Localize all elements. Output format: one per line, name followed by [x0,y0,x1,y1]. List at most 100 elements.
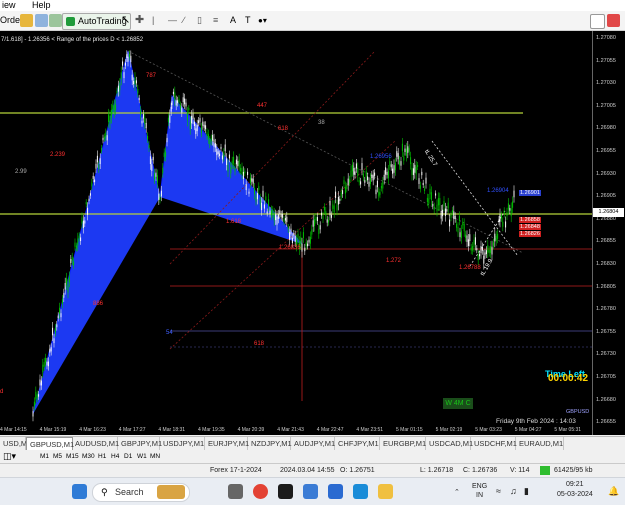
candle-body [220,146,222,149]
period-button[interactable]: MN [150,450,160,463]
file-explorer-icon[interactable] [378,484,393,499]
candle-body [80,237,82,242]
symbol-tab[interactable]: USDJPY,M1 [160,437,205,450]
app-icon[interactable] [328,484,343,499]
candle-body [91,182,93,187]
price-tick-label: 1.26780 [596,306,616,313]
symbol-tab[interactable]: USD,M1 [0,437,31,450]
crosshair-icon[interactable]: ✚ [135,14,144,27]
symbol-tab[interactable]: AUDJPY,M1 [291,437,335,450]
language-code[interactable]: ENG [472,483,487,490]
candle-body [166,137,168,143]
horizontal-line-icon[interactable]: — [168,14,177,27]
symbol-tab[interactable]: EURGBP,M1 [380,437,426,450]
tray-chevron-icon[interactable]: ⌃ [454,488,460,496]
candle-body [240,167,242,172]
period-button[interactable]: H4 [111,450,119,463]
candle-body [466,235,468,242]
period-button[interactable]: M5 [53,450,62,463]
period-button[interactable]: M15 [66,450,79,463]
start-icon[interactable] [72,484,87,499]
vertical-line-icon[interactable]: | [152,14,154,27]
candle-body [483,255,485,264]
symbol-tab[interactable]: USDCHF,M1 [471,437,517,450]
candle-body [449,219,451,227]
symbol-tab[interactable]: GBPUSD,M1 [26,437,74,451]
period-button[interactable]: M30 [82,450,95,463]
candle-body [67,284,69,293]
candle-body [506,211,508,217]
candle-body [167,117,169,122]
candle-body [233,156,235,164]
symbol-tab[interactable]: AUDUSD,M1 [72,437,119,450]
help-icon[interactable] [607,14,620,27]
candle-body [43,362,45,367]
trendline-icon[interactable]: ∕ [183,14,185,27]
text-label-tool[interactable]: T [245,14,251,27]
symbol-tab[interactable]: EURJPY,M1 [205,437,249,450]
task-view-icon[interactable] [228,484,243,499]
candle-body [77,238,79,246]
battery-icon[interactable]: ▮ [524,486,529,497]
window-icon[interactable] [35,14,48,27]
candle-body [492,242,494,246]
candle-body [293,233,295,236]
store-icon[interactable] [353,484,368,499]
profiles-icon[interactable]: ◫▾ [3,450,16,463]
candle-body [178,98,180,103]
candle-body [160,190,162,197]
candle-body [163,152,165,158]
candle-body [203,124,205,128]
annotation-886: 886 [93,301,104,307]
channel-icon[interactable]: ▯ [197,14,202,27]
annotation-126956: 1.26956 [370,154,392,160]
phone-link-icon[interactable] [303,484,318,499]
symbol-tab[interactable]: NZDJPY,M1 [248,437,292,450]
candle-body [142,114,144,119]
annotation-1618: 1.618 [226,219,242,225]
candle-body [195,128,197,134]
shapes-dropdown-icon[interactable]: ●▾ [258,14,267,27]
taskbar: ⚲ Search ⌃ ENG IN ≈ ♫ ▮ 09:21 05-03-2024… [0,477,625,505]
period-button[interactable]: M1 [40,450,49,463]
candle-body [507,203,509,210]
candle-body [487,245,489,253]
chrome-icon[interactable] [253,484,268,499]
price-axis[interactable]: 1.27080 1.27055 1.27030 1.27005 1.26980 1.269… [592,31,625,435]
volume-icon[interactable]: ♫ [510,486,517,496]
notification-icon[interactable]: 🔔 [608,486,619,497]
clock-time[interactable]: 09:21 [566,481,584,488]
text-tool[interactable]: A [230,14,236,27]
period-button[interactable]: W1 [137,450,147,463]
candle-body [96,155,98,163]
fibonacci-icon[interactable]: ≡ [213,14,218,27]
candle-body [505,221,507,228]
menu-help[interactable]: Help [30,0,51,11]
symbol-tab[interactable]: GBPJPY,M1 [118,437,162,450]
price-tick-label: 1.26830 [596,261,616,267]
candle-body [424,188,426,191]
candle-body [128,53,130,57]
metatrader-icon[interactable] [278,484,293,499]
lock-icon[interactable] [20,14,33,27]
menu-view[interactable]: iew [0,0,16,11]
wifi-icon[interactable]: ≈ [496,486,501,496]
candle-body [371,174,373,179]
candle-body [403,156,405,161]
candle-body [56,324,58,328]
symbol-tab[interactable]: USDCAD,M1 [426,437,473,450]
candle-body [140,110,142,116]
taskbar-search[interactable]: ⚲ Search [92,483,190,502]
period-button[interactable]: H1 [98,450,106,463]
chart-area[interactable]: 7/1.618] - 1.26356 < Range of the prices… [0,31,625,435]
search-icon: ⚲ [101,487,108,497]
candle-body [311,229,313,235]
expert-icon[interactable] [49,14,62,27]
cursor-icon[interactable]: ↖ [121,14,130,27]
period-button[interactable]: D1 [124,450,132,463]
search-icon[interactable] [590,14,605,29]
candle-body [440,210,442,219]
candle-body [451,210,453,213]
symbol-tab[interactable]: EURAUD,M1 [516,437,564,450]
symbol-tab[interactable]: CHFJPY,M1 [335,437,380,450]
